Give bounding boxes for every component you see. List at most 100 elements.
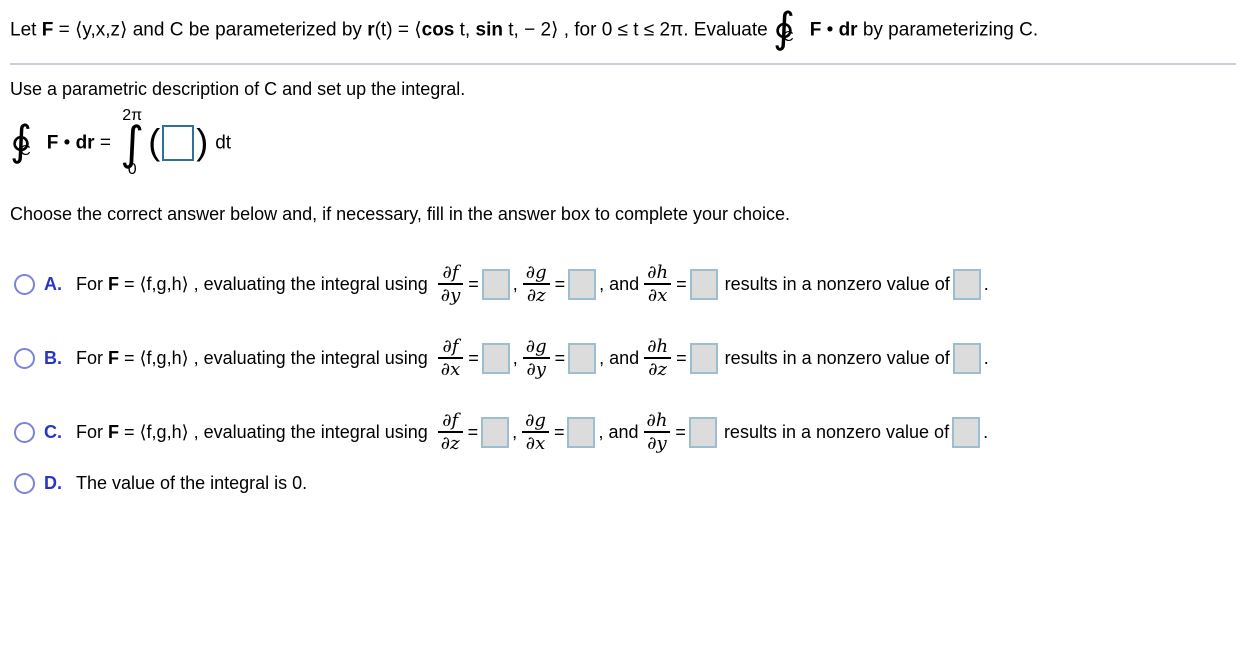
problem-mid-1: and C be parameterized by (127, 19, 368, 41)
option-a-prefix: For (76, 273, 109, 294)
vector-field-symbol: F (41, 19, 54, 41)
option-a-input-2[interactable] (568, 268, 597, 300)
option-b-field-symbol: F (108, 347, 120, 368)
option-c-equals-2: = (553, 421, 565, 442)
option-b-and-label: , and (599, 347, 640, 368)
problem-mid-2: , for 0 ≤ t ≤ 2π. Evaluate (558, 19, 773, 41)
option-a-fraction-2: ∂g ∂z (522, 261, 550, 307)
radio-button-d[interactable] (14, 473, 35, 495)
contour-integral-symbol-header: ∮ C (773, 7, 806, 49)
option-b-frac1-numerator: ∂f (442, 335, 459, 357)
paren-close: ) (196, 121, 209, 163)
option-c-components: ⟨f,g,h⟩ (139, 421, 189, 442)
option-a-frac1-denominator: ∂y (440, 285, 461, 307)
option-c-equals: = (119, 421, 140, 442)
integral-lower-limit: 0 (127, 161, 137, 179)
cos-argument: t, (454, 19, 476, 41)
option-a-input-1[interactable] (481, 268, 510, 300)
option-a-mid-text: , evaluating the integral using (188, 273, 433, 294)
problem-lead: Let (10, 19, 42, 41)
option-b-fraction-1: ∂f ∂x (437, 335, 464, 381)
option-row-b[interactable]: B. For F = ⟨f,g,h⟩ , evaluating the inte… (0, 321, 1246, 395)
option-b-frac2-numerator: ∂g (525, 335, 547, 357)
option-c-period: . (983, 421, 989, 442)
option-b-input-4[interactable] (952, 342, 981, 374)
option-c-fraction-3: ∂h ∂y (643, 409, 671, 455)
option-c-fraction-2: ∂g ∂x (522, 409, 549, 455)
r-argument: (t) (374, 19, 393, 41)
option-a-frac2-denominator: ∂z (526, 285, 546, 307)
option-c-comma-1: , (512, 421, 518, 442)
option-a-input-3[interactable] (689, 268, 718, 300)
option-c-equals-1: = (467, 421, 479, 442)
option-c-input-3[interactable] (688, 416, 717, 448)
option-a-components: ⟨f,g,h⟩ (139, 273, 189, 294)
differential-dt: dt (215, 132, 232, 154)
option-b-input-3[interactable] (689, 342, 718, 374)
option-row-a[interactable]: A. For F = ⟨f,g,h⟩ , evaluating the inte… (0, 247, 1246, 321)
option-b-comma-1: , (512, 347, 518, 368)
option-b-frac2-denominator: ∂y (526, 359, 546, 381)
option-c-and-label: , and (598, 421, 639, 442)
integral-setup-row: ∮ C F • dr = 2π ∫ 0() dt (0, 100, 1246, 179)
option-b-frac1-denominator: ∂x (440, 359, 461, 381)
option-a-equals: = (119, 273, 140, 294)
dot-product-dr: dr (838, 19, 858, 41)
option-a-input-4[interactable] (952, 268, 981, 300)
option-b-input-1[interactable] (481, 342, 510, 374)
contour-integral-symbol-setup: ∮ C (10, 119, 43, 161)
radio-button-a[interactable] (14, 273, 35, 295)
option-d-body: The value of the integral is 0. (76, 473, 307, 494)
sin-argument: t, − 2 (502, 19, 552, 41)
setup-dr: dr (75, 132, 95, 154)
option-b-fraction-2: ∂g ∂y (522, 335, 550, 381)
option-c-result-text: results in a nonzero value of (723, 421, 950, 442)
option-c-input-2[interactable] (567, 416, 596, 448)
option-a-fraction-3: ∂h ∂x (644, 262, 672, 307)
option-a-equals-2: = (554, 273, 566, 294)
option-b-equals-2: = (554, 347, 566, 368)
setup-instruction: Use a parametric description of C and se… (10, 78, 466, 99)
radio-button-c[interactable] (14, 421, 35, 443)
option-a-body: For F = ⟨f,g,h⟩ , evaluating the integra… (76, 261, 989, 307)
option-a-equals-3: = (676, 273, 687, 294)
option-a-result-text: results in a nonzero value of (724, 273, 950, 294)
option-b-mid-text: , evaluating the integral using (188, 347, 433, 368)
choose-answer-instruction: Choose the correct answer below and, if … (10, 204, 791, 225)
option-c-input-4[interactable] (952, 416, 981, 448)
option-letter-a: A. (44, 273, 62, 294)
option-row-d[interactable]: D. The value of the integral is 0. (0, 469, 1246, 495)
answer-options-list: A. For F = ⟨f,g,h⟩ , evaluating the inte… (0, 225, 1246, 495)
option-c-frac2-denominator: ∂x (525, 433, 546, 455)
option-letter-b: B. (44, 347, 62, 368)
sin-label: sin (475, 19, 503, 41)
option-c-frac3-numerator: ∂h (646, 409, 668, 431)
equals-2: = (392, 19, 415, 41)
option-b-body: For F = ⟨f,g,h⟩ , evaluating the integra… (76, 335, 989, 381)
equals-1: = (53, 19, 75, 41)
integrand-answer-input[interactable] (162, 125, 195, 162)
option-c-body: For F = ⟨f,g,h⟩ , evaluating the integra… (76, 409, 989, 455)
option-b-equals-3: = (676, 347, 687, 368)
option-c-mid-text: , evaluating the integral using (188, 421, 433, 442)
radio-button-b[interactable] (14, 347, 35, 369)
option-c-input-1[interactable] (481, 416, 510, 448)
option-b-fraction-3: ∂h ∂z (644, 335, 672, 381)
cos-label: cos (421, 19, 455, 41)
dot-operator: • (821, 19, 839, 41)
option-b-period: . (983, 347, 989, 368)
definite-integral-symbol: 2π ∫ 0 (120, 107, 144, 179)
option-b-frac3-numerator: ∂h (647, 335, 669, 357)
paren-open: ( (148, 121, 161, 163)
option-row-c[interactable]: C. For F = ⟨f,g,h⟩ , evaluating the inte… (0, 395, 1246, 469)
problem-tail: by parameterizing C. (857, 19, 1039, 41)
option-a-frac2-numerator: ∂g (525, 261, 547, 283)
option-c-frac2-numerator: ∂g (525, 409, 546, 431)
option-a-frac3-denominator: ∂x (647, 285, 668, 307)
option-b-frac3-denominator: ∂z (648, 359, 668, 381)
option-c-prefix: For (76, 421, 109, 442)
contour-subscript: C (19, 142, 31, 160)
option-c-frac3-denominator: ∂y (647, 433, 667, 455)
option-b-input-2[interactable] (568, 342, 597, 374)
option-a-equals-1: = (468, 273, 479, 294)
